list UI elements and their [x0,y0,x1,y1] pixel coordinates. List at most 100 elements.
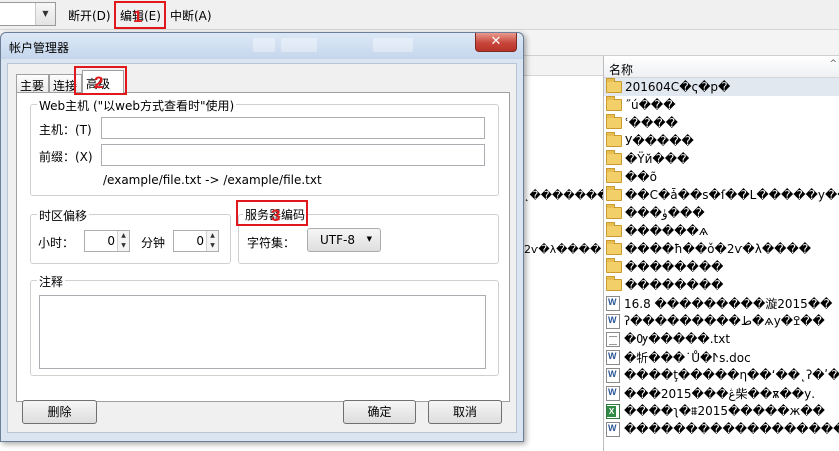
file-row[interactable]: ʔ���������ط�ѧу�ߐ�� [604,312,839,330]
file-rows: 201604C�ҁ�p� ˝ú��� ʿ���� У����� �Ÿй��� ��õ ��C… [604,78,839,438]
file-name: �Ѹ�����.txt [624,332,731,346]
file-row[interactable]: ��õ [604,168,839,186]
spinner-buttons[interactable]: ▲ ▼ [117,231,129,251]
file-name: ʔ���������ط�ѧу�ߐ�� [624,314,825,328]
file-name: �Ÿй��� [625,152,690,166]
ghost-titlebar-control [281,38,317,52]
folder-icon [606,258,622,273]
disconnect-menu[interactable]: 断开(D) [68,7,111,24]
path-example: /example/file.txt -> /example/file.txt [103,173,322,187]
file-row[interactable]: ������������������ [604,420,839,438]
file-name: ˝ú��� [625,98,676,112]
word-document-icon [606,313,620,329]
file-row[interactable]: ʿ���� [604,114,839,132]
spin-down-icon[interactable]: ▼ [207,241,218,251]
folder-icon [606,96,622,111]
close-icon: ✕ [490,34,502,49]
file-name: ���ۈ��� [625,206,705,220]
ghost-titlebar-control [253,38,275,52]
spinner-buttons[interactable]: ▲ ▼ [206,231,218,251]
file-row[interactable]: У����� [604,132,839,150]
file-row[interactable]: ��C�ǡ��s�ſ��L�����у��� [604,186,839,204]
folder-icon [606,222,622,237]
file-row[interactable]: ������ѧ [604,222,839,240]
chevron-down-icon[interactable]: ▼ [35,3,55,25]
ok-button[interactable]: 确定 [343,400,416,424]
file-row[interactable]: �������� [604,276,839,294]
folder-icon [606,186,622,201]
file-row[interactable]: ����ţ�����ƞ��ʻ��˛ʔ�ʹ�� [604,366,839,384]
file-row[interactable]: �Ÿй��� [604,150,839,168]
account-manager-dialog: 帐户管理器 ✕ 主要 连接 高级 2 Web主机 ("以web方式查看时"使用) [0,32,524,442]
prefix-input[interactable] [101,144,485,166]
spin-up-icon[interactable]: ▲ [118,231,129,241]
file-name: ����ʅ�⩩2015�����ж�� [624,403,825,418]
file-row[interactable]: ����ʅ�⩩2015�����ж�� [604,402,839,420]
cancel-button[interactable]: 取消 [428,400,502,424]
file-row[interactable]: ���ۈ��� [604,204,839,222]
file-row[interactable]: �㸫���˙Ů�ⵤs.doc [604,348,839,366]
close-button[interactable]: ✕ [475,33,517,52]
file-row[interactable]: ���2015���ڠ柴��ѫ��у. [604,384,839,402]
chevron-down-icon: ▼ [366,235,372,243]
folder-icon [606,150,622,165]
toolbar: ▼ 断开(D) 编辑(E) 中断(A) 1 [0,0,839,30]
dialog-titlebar[interactable]: 帐户管理器 ✕ [1,33,523,59]
file-row[interactable]: 201604C�ҁ�p� [604,78,839,96]
delete-button-label: 删除 [47,405,72,419]
file-row[interactable]: ����ħ��ǒ�2ѵ�λ���� [604,240,839,258]
hours-spinner[interactable]: 0 ▲ ▼ [84,230,130,252]
ghost-titlebar-control [373,38,413,52]
file-name: ��C�ǡ��s�ſ��L�����у��� [625,188,839,202]
tab-main[interactable]: 主要 [16,74,49,93]
notes-group: 注释 [30,273,499,376]
sort-arrow-icon: ^ [829,59,837,69]
timezone-group: 时区偏移 小时： 0 ▲ ▼ 分钟 0 ▲ ▼ [30,207,231,264]
word-document-icon [606,349,620,365]
excel-document-icon [606,403,620,419]
middle-pane-text: ˛�������у [524,189,603,202]
charset-select[interactable]: UTF-8 ▼ [307,228,381,252]
charset-label: 字符集： [247,236,296,250]
spin-down-icon[interactable]: ▼ [118,241,129,251]
file-row[interactable]: �������� [604,258,839,276]
folder-icon [606,240,622,255]
word-document-icon [606,295,620,311]
web-host-group-label: Web主机 ("以web方式查看时"使用) [37,97,237,114]
text-document-icon [606,331,620,347]
column-header-label: 名称 [609,63,634,77]
abort-menu[interactable]: 中断(A) [170,7,212,24]
tab-label: 主要 [20,79,45,93]
spin-up-icon[interactable]: ▲ [207,231,218,241]
file-name: ������������������ [624,422,839,436]
minutes-spinner[interactable]: 0 ▲ ▼ [173,230,219,252]
file-name: ʿ���� [625,116,678,130]
file-name: 16.8 ���������漩2015�� [624,296,833,311]
annotation-number-3: 3 [271,206,281,225]
advanced-tab-panel: Web主机 ("以web方式查看时"使用) 主机：(T) 前缀：(X) /exa… [16,92,510,402]
hours-label: 小时： [38,236,75,250]
file-row[interactable]: �Ѹ�����.txt [604,330,839,348]
file-name: �������� [625,278,724,292]
file-name: ����ħ��ǒ�2ѵ�λ���� [625,242,812,256]
remote-middle-pane: ˛�������у 2ѵ�λ���� [524,56,604,451]
file-row[interactable]: 16.8 ���������漩2015�� [604,294,839,312]
site-combo[interactable]: ▼ [0,2,56,26]
web-host-group: Web主机 ("以web方式查看时"使用) 主机：(T) 前缀：(X) /exa… [30,97,499,196]
host-input[interactable] [101,117,485,139]
dialog-client-area: 主要 连接 高级 2 Web主机 ("以web方式查看时"使用) 主机：(T) … [7,63,517,433]
dialog-title: 帐户管理器 [9,41,70,55]
middle-pane-header [524,56,603,76]
word-document-icon [606,385,620,401]
notes-textarea[interactable] [39,295,486,369]
annotation-number-2: 2 [94,73,104,92]
file-row[interactable]: ˝ú��� [604,96,839,114]
file-name: ��õ [625,170,657,184]
word-document-icon [606,421,620,437]
file-name: 201604C�ҁ�p� [625,80,731,94]
middle-pane-text: 2ѵ�λ���� [524,243,602,256]
file-list: 名称 ^ 201604C�ҁ�p� ˝ú��� ʿ���� У����� �Ÿй��� �… [604,56,839,451]
delete-button[interactable]: 删除 [22,400,97,424]
column-header-name[interactable]: 名称 ^ [604,56,839,78]
file-name: У����� [625,134,694,148]
